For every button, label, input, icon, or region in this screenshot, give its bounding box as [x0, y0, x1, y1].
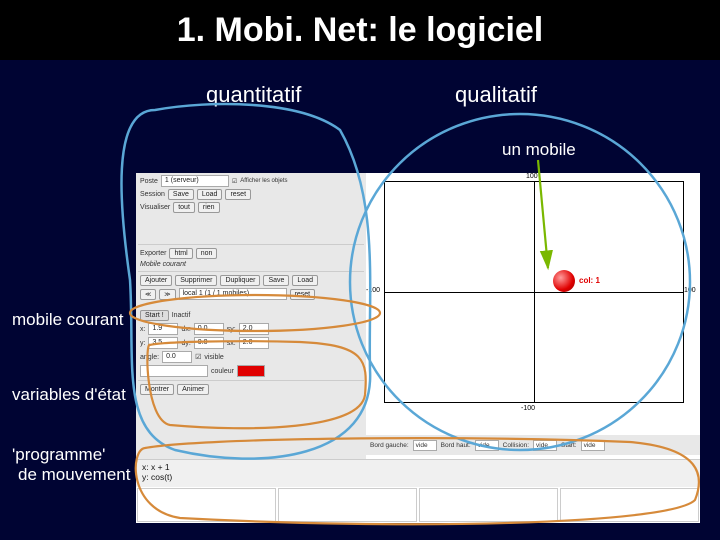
non-button[interactable]: non [196, 248, 218, 259]
animer-button[interactable]: Animer [177, 384, 209, 395]
bord-gauche-label: Bord gauche: [370, 442, 409, 449]
mobile-select-field[interactable]: local 1 (1 / 1 mobiles) [179, 288, 287, 300]
var-sy-field[interactable]: 2.0 [239, 323, 269, 335]
couleur-label: couleur [211, 368, 234, 375]
tick-right: 100 [684, 287, 696, 294]
label-un-mobile: un mobile [502, 140, 576, 160]
bord-gauche-field[interactable]: vide [413, 440, 437, 451]
var-x-field[interactable]: 1.9 [148, 323, 178, 335]
montrer-button[interactable]: Montrer [140, 384, 174, 395]
var-dx-field[interactable]: 0.0 [194, 323, 224, 335]
supprimer-button[interactable]: Supprimer [175, 275, 217, 286]
label-quantitatif: quantitatif [206, 82, 301, 108]
save-mobile-button[interactable]: Save [263, 275, 289, 286]
page-title: 1. Mobi. Net: le logiciel [0, 0, 720, 60]
mobile-tag: col: 1 [579, 276, 600, 285]
props-row: Bord gauche: vide Bord haut: vide Collis… [366, 435, 700, 455]
load-mobile-button[interactable]: Load [292, 275, 318, 286]
icon-select[interactable] [140, 365, 208, 377]
start-label: Start: [561, 442, 577, 449]
var-y-field[interactable]: 3.5 [148, 337, 178, 349]
reset-mobile-button[interactable]: reset [290, 289, 316, 300]
dupliquer-button[interactable]: Dupliquer [220, 275, 260, 286]
rien-button[interactable]: rien [198, 202, 220, 213]
inactif-label: Inactif [172, 312, 191, 319]
code-cell[interactable] [560, 488, 699, 522]
axis-y [534, 182, 535, 402]
bord-haut-field[interactable]: vide [475, 440, 499, 451]
poste-field[interactable]: 1 (serveur) [161, 175, 229, 187]
code-cell[interactable] [278, 488, 417, 522]
var-sx-label: sx: [227, 340, 236, 347]
collision-label: Collision: [503, 442, 529, 449]
var-sy-label: sy: [227, 326, 236, 333]
code-cell[interactable] [137, 488, 276, 522]
var-dy-label: dy: [181, 340, 190, 347]
mobile-dot [553, 270, 575, 292]
afficher-label: Afficher les objets [240, 178, 287, 184]
label-variables-detat: variables d'état [12, 385, 126, 405]
collision-field[interactable]: vide [533, 440, 557, 451]
tick-top: 100 [526, 173, 538, 180]
exporter-label: Exporter [140, 250, 166, 257]
var-dy-field[interactable]: 0.0 [194, 337, 224, 349]
start-button[interactable]: Start ! [140, 310, 169, 321]
code-line-2: y: cos(t) [142, 472, 694, 482]
tout-button[interactable]: tout [173, 202, 195, 213]
start-field[interactable]: vide [581, 440, 605, 451]
bord-haut-label: Bord haut: [441, 442, 471, 449]
var-sx-field[interactable]: 2.0 [239, 337, 269, 349]
save-button[interactable]: Save [168, 189, 194, 200]
tick-bottom: -100 [521, 405, 535, 412]
app-screenshot: Poste 1 (serveur) ☑ Afficher les objets … [136, 173, 700, 523]
var-x-label: x: [140, 326, 145, 333]
label-de-mouvement: de mouvement [18, 465, 130, 485]
code-line-1: x: x + 1 [142, 462, 694, 472]
label-programme: 'programme' [12, 445, 105, 465]
visible-label: visible [204, 354, 223, 361]
load-button[interactable]: Load [197, 189, 223, 200]
code-bar[interactable]: x: x + 1 y: cos(t) [136, 459, 700, 487]
var-angle-label: angle: [140, 354, 159, 361]
var-dx-label: dx: [181, 326, 190, 333]
ajouter-button[interactable]: Ajouter [140, 275, 172, 286]
label-mobile-courant: mobile courant [12, 310, 124, 330]
var-angle-field[interactable]: 0.0 [162, 351, 192, 363]
code-cell[interactable] [419, 488, 558, 522]
simulation-area: col: 1 -100 100 -100 100 [366, 173, 700, 429]
plot-area: col: 1 [384, 181, 684, 403]
reset-button[interactable]: reset [225, 189, 251, 200]
html-button[interactable]: html [169, 248, 192, 259]
var-y-label: y: [140, 340, 145, 347]
code-grid [136, 487, 700, 523]
colour-swatch[interactable] [237, 365, 265, 377]
visualiser-label: Visualiser [140, 204, 170, 211]
tick-left: -100 [366, 287, 380, 294]
mobile-courant-label: Mobile courant [140, 261, 186, 268]
session-label: Session [140, 191, 165, 198]
label-qualitatif: qualitatif [455, 82, 537, 108]
poste-label: Poste [140, 178, 158, 185]
